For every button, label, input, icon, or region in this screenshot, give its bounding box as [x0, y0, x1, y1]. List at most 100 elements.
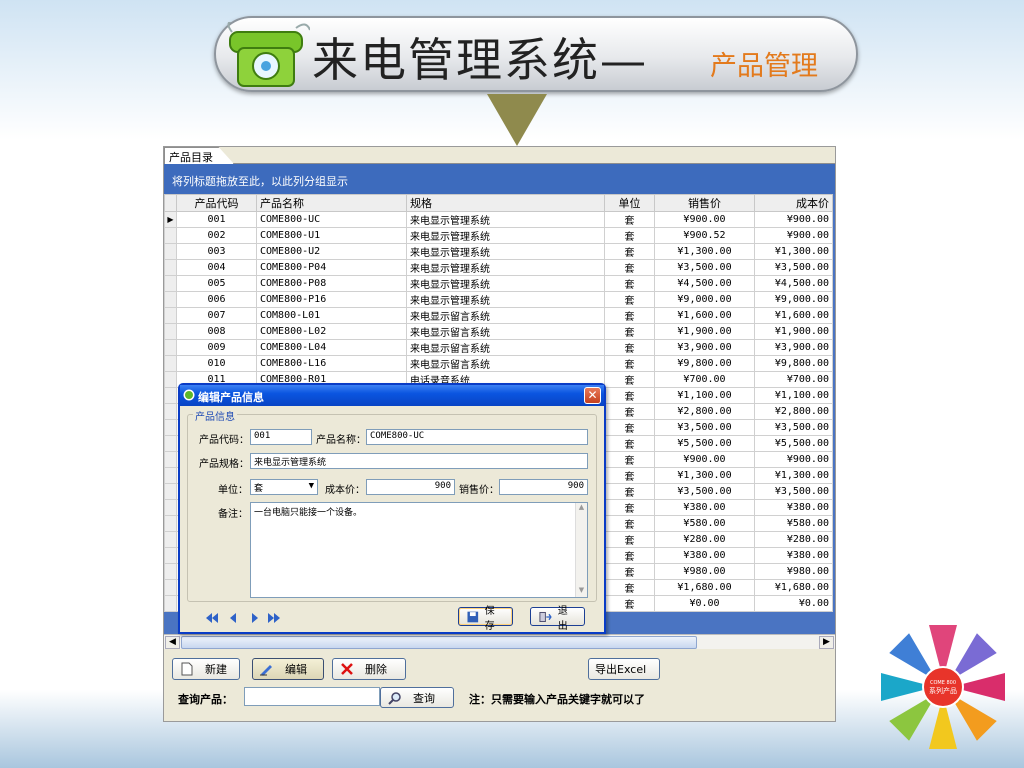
- horizontal-scrollbar[interactable]: ◀ ▶: [164, 634, 835, 649]
- cell-sale-price[interactable]: ¥3,900.00: [654, 339, 755, 356]
- cell-name[interactable]: COME800-P16: [256, 291, 407, 308]
- cell-code[interactable]: 003: [176, 243, 257, 260]
- cell-cost-price[interactable]: ¥4,500.00: [754, 275, 833, 292]
- cell-cost-price[interactable]: ¥580.00: [754, 515, 833, 532]
- cell-unit[interactable]: 套: [604, 387, 655, 404]
- cell-cost-price[interactable]: ¥900.00: [754, 227, 833, 244]
- cell-sale-price[interactable]: ¥1,600.00: [654, 307, 755, 324]
- cost-input[interactable]: 900: [366, 479, 455, 495]
- chevron-down-icon[interactable]: ▼: [309, 481, 314, 491]
- cell-sale-price[interactable]: ¥0.00: [654, 595, 755, 612]
- table-row[interactable]: ▶ 001 COME800-UC 来电显示管理系统套 ¥900.00 ¥900.00: [164, 211, 833, 228]
- cell-name[interactable]: COM800-L01: [256, 307, 407, 324]
- column-header-code[interactable]: 产品代码: [176, 194, 257, 212]
- first-record-icon[interactable]: [204, 612, 220, 624]
- cell-unit[interactable]: 套: [604, 595, 655, 612]
- cell-sale-price[interactable]: ¥1,680.00: [654, 579, 755, 596]
- column-header-name[interactable]: 产品名称: [256, 194, 407, 212]
- cell-cost-price[interactable]: ¥900.00: [754, 211, 833, 228]
- scroll-down-icon[interactable]: ▼: [576, 586, 587, 597]
- cell-name[interactable]: COME800-L04: [256, 339, 407, 356]
- query-product-input[interactable]: [244, 687, 380, 706]
- cell-sale-price[interactable]: ¥380.00: [654, 499, 755, 516]
- cell-name[interactable]: COME800-U2: [256, 243, 407, 260]
- scroll-up-icon[interactable]: ▲: [576, 503, 587, 514]
- cell-unit[interactable]: 套: [604, 259, 655, 276]
- cell-code[interactable]: 002: [176, 227, 257, 244]
- cell-spec[interactable]: 来电显示管理系统: [406, 259, 605, 276]
- cell-code[interactable]: 004: [176, 259, 257, 276]
- cell-sale-price[interactable]: ¥700.00: [654, 371, 755, 388]
- save-button[interactable]: 保存: [458, 606, 513, 632]
- cell-sale-price[interactable]: ¥380.00: [654, 547, 755, 564]
- cell-cost-price[interactable]: ¥3,500.00: [754, 483, 833, 500]
- cell-spec[interactable]: 来电显示留言系统: [406, 307, 605, 324]
- scroll-right-icon[interactable]: ▶: [819, 636, 834, 649]
- table-row[interactable]: 009 COME800-L04 来电显示留言系统套 ¥3,900.00 ¥3,900.0…: [164, 339, 833, 356]
- cell-sale-price[interactable]: ¥3,500.00: [654, 419, 755, 436]
- cell-name[interactable]: COME800-L02: [256, 323, 407, 340]
- cell-sale-price[interactable]: ¥900.00: [654, 451, 755, 468]
- dialog-title-bar[interactable]: 编辑产品信息: [180, 385, 604, 406]
- cell-cost-price[interactable]: ¥900.00: [754, 451, 833, 468]
- cell-unit[interactable]: 套: [604, 499, 655, 516]
- close-icon[interactable]: ✕: [584, 387, 601, 404]
- cell-name[interactable]: COME800-U1: [256, 227, 407, 244]
- cell-unit[interactable]: 套: [604, 403, 655, 420]
- cell-unit[interactable]: 套: [604, 451, 655, 468]
- cell-spec[interactable]: 来电显示管理系统: [406, 227, 605, 244]
- scrollbar-thumb[interactable]: [181, 636, 697, 649]
- cell-cost-price[interactable]: ¥1,900.00: [754, 323, 833, 340]
- sale-input[interactable]: 900: [499, 479, 588, 495]
- cell-spec[interactable]: 来电显示留言系统: [406, 339, 605, 356]
- column-header-spec[interactable]: 规格: [406, 194, 605, 212]
- tab-product-catalog[interactable]: 产品目录: [164, 147, 234, 164]
- cell-cost-price[interactable]: ¥1,100.00: [754, 387, 833, 404]
- cell-cost-price[interactable]: ¥980.00: [754, 563, 833, 580]
- cell-unit[interactable]: 套: [604, 339, 655, 356]
- remark-scrollbar[interactable]: ▲ ▼: [575, 503, 587, 597]
- cell-sale-price[interactable]: ¥9,800.00: [654, 355, 755, 372]
- cell-sale-price[interactable]: ¥900.00: [654, 211, 755, 228]
- cell-sale-price[interactable]: ¥9,000.00: [654, 291, 755, 308]
- cell-cost-price[interactable]: ¥3,900.00: [754, 339, 833, 356]
- cell-cost-price[interactable]: ¥380.00: [754, 499, 833, 516]
- cell-cost-price[interactable]: ¥9,800.00: [754, 355, 833, 372]
- cell-sale-price[interactable]: ¥980.00: [654, 563, 755, 580]
- new-button[interactable]: 新建: [172, 658, 240, 680]
- cell-code[interactable]: 010: [176, 355, 257, 372]
- last-record-icon[interactable]: [266, 612, 282, 624]
- cell-unit[interactable]: 套: [604, 355, 655, 372]
- cell-sale-price[interactable]: ¥3,500.00: [654, 483, 755, 500]
- cell-code[interactable]: 008: [176, 323, 257, 340]
- cell-cost-price[interactable]: ¥9,000.00: [754, 291, 833, 308]
- next-record-icon[interactable]: [246, 612, 262, 624]
- cell-sale-price[interactable]: ¥1,300.00: [654, 467, 755, 484]
- cell-sale-price[interactable]: ¥580.00: [654, 515, 755, 532]
- cell-name[interactable]: COME800-P08: [256, 275, 407, 292]
- table-row[interactable]: 006 COME800-P16 来电显示管理系统套 ¥9,000.00 ¥9,000.0…: [164, 291, 833, 308]
- cell-unit[interactable]: 套: [604, 531, 655, 548]
- edit-button[interactable]: 编辑: [252, 658, 324, 680]
- cell-unit[interactable]: 套: [604, 547, 655, 564]
- cell-cost-price[interactable]: ¥280.00: [754, 531, 833, 548]
- delete-button[interactable]: 删除: [332, 658, 406, 680]
- cell-name[interactable]: COME800-L16: [256, 355, 407, 372]
- column-header-unit[interactable]: 单位: [604, 194, 655, 212]
- table-row[interactable]: 008 COME800-L02 来电显示留言系统套 ¥1,900.00 ¥1,900.0…: [164, 323, 833, 340]
- cell-code[interactable]: 001: [176, 211, 257, 228]
- cell-unit[interactable]: 套: [604, 307, 655, 324]
- cell-unit[interactable]: 套: [604, 435, 655, 452]
- table-row[interactable]: 010 COME800-L16 来电显示留言系统套 ¥9,800.00 ¥9,800.0…: [164, 355, 833, 372]
- cell-unit[interactable]: 套: [604, 227, 655, 244]
- scroll-left-icon[interactable]: ◀: [165, 636, 180, 649]
- query-button[interactable]: 查询: [380, 687, 454, 708]
- exit-button[interactable]: 退出: [530, 606, 585, 632]
- cell-sale-price[interactable]: ¥1,100.00: [654, 387, 755, 404]
- cell-spec[interactable]: 来电显示留言系统: [406, 355, 605, 372]
- table-row[interactable]: 007 COM800-L01 来电显示留言系统套 ¥1,600.00 ¥1,600.00: [164, 307, 833, 324]
- cell-cost-price[interactable]: ¥1,300.00: [754, 467, 833, 484]
- cell-unit[interactable]: 套: [604, 563, 655, 580]
- table-row[interactable]: 003 COME800-U2 来电显示管理系统套 ¥1,300.00 ¥1,300.00: [164, 243, 833, 260]
- column-header-cost-price[interactable]: 成本价: [754, 194, 833, 212]
